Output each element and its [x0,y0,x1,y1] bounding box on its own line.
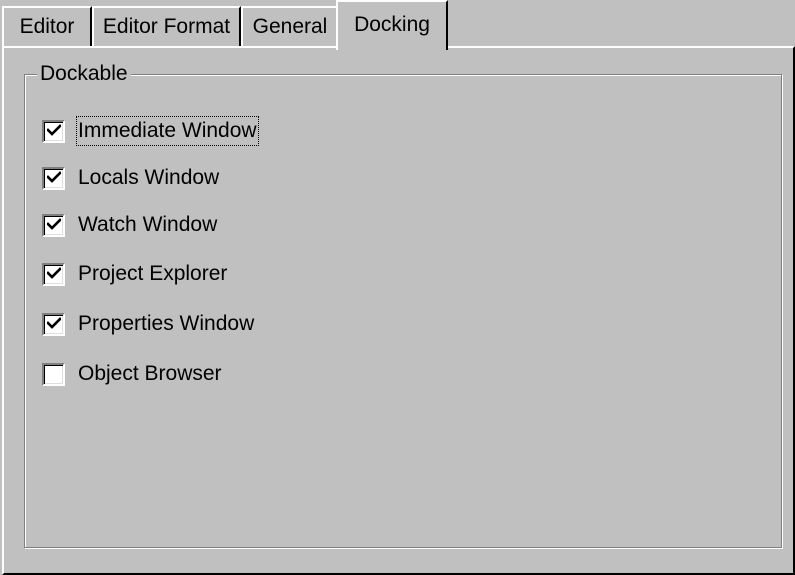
tab-general-label: General [252,15,328,38]
check-icon [47,367,61,381]
dockable-group-title: Dockable [37,63,131,85]
tab-docking-label: Docking [354,13,430,36]
options-dialog: Editor Editor Format General Docking Doc… [0,0,795,575]
watch-window-checkbox-row[interactable]: Watch Window [42,210,218,240]
locals-window-label: Locals Window [78,166,220,189]
watch-window-label: Watch Window [78,213,218,236]
immediate-window-label: Immediate Window [76,116,259,146]
properties-window-checkbox[interactable] [42,312,65,336]
object-browser-label: Object Browser [78,362,222,385]
check-icon [47,217,61,232]
tab-editor-format-label: Editor Format [102,15,231,38]
check-icon [47,266,61,281]
tab-editor-format[interactable]: Editor Format [92,6,241,46]
tab-general[interactable]: General [241,6,339,46]
tab-editor[interactable]: Editor [2,6,92,46]
properties-window-label: Properties Window [78,312,255,335]
properties-window-checkbox-row[interactable]: Properties Window [42,309,255,339]
tab-docking[interactable]: Docking [336,0,448,50]
project-explorer-label: Project Explorer [78,262,228,285]
check-icon [47,123,61,138]
project-explorer-checkbox-row[interactable]: Project Explorer [42,259,228,289]
locals-window-checkbox-row[interactable]: Locals Window [42,163,220,193]
check-icon [47,316,61,331]
immediate-window-checkbox[interactable] [42,119,65,143]
project-explorer-checkbox[interactable] [42,262,65,286]
locals-window-checkbox[interactable] [42,166,65,190]
object-browser-checkbox-row[interactable]: Object Browser [42,359,223,389]
immediate-window-checkbox-row[interactable]: Immediate Window [42,116,259,146]
object-browser-checkbox[interactable] [42,362,65,386]
watch-window-checkbox[interactable] [42,213,65,237]
check-icon [47,170,61,185]
tab-editor-label: Editor [19,15,75,38]
